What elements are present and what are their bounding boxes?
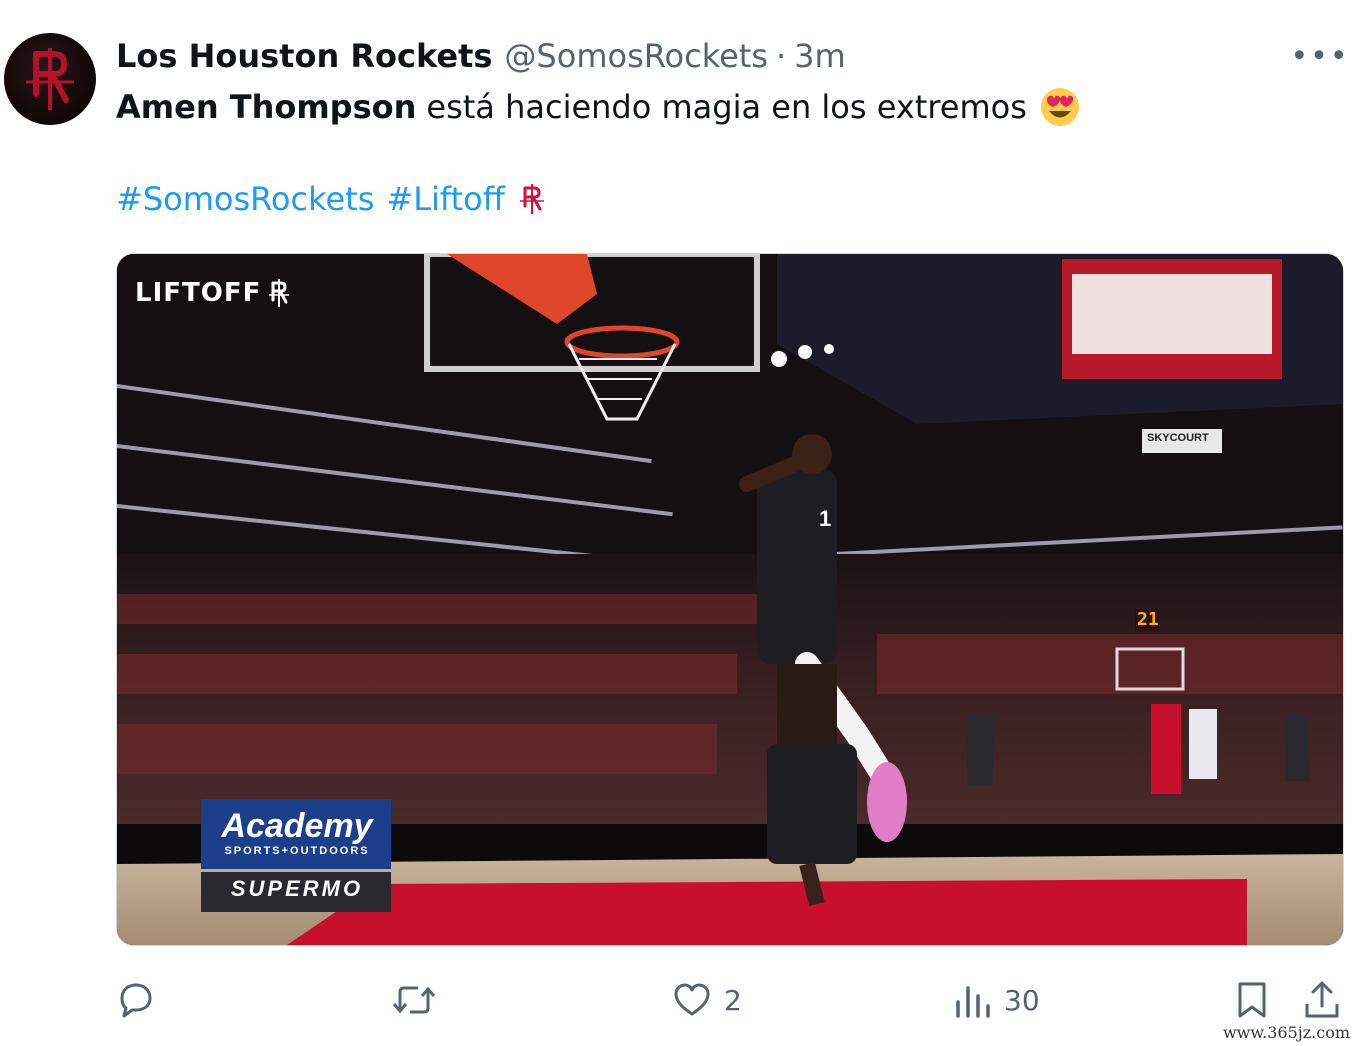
author-name[interactable]: Los Houston Rockets: [116, 37, 492, 75]
author-handle[interactable]: @SomosRockets: [504, 37, 768, 75]
arena-sign: SKYCOURT: [1147, 432, 1209, 444]
rockets-logo-icon: [26, 48, 74, 110]
sponsor-academy: Academy SPORTS+OUTDOORS: [207, 807, 387, 857]
views-count: 30: [1004, 983, 1040, 1017]
rockets-hashflag-icon: [519, 184, 544, 214]
heart-icon: [674, 983, 710, 1016]
shot-clock: 21: [1137, 609, 1159, 630]
retweet-button[interactable]: [392, 970, 448, 1030]
sponsor-banner: SUPERMO: [207, 876, 387, 902]
sponsor-main-text: Academy: [221, 807, 373, 845]
tweet-text: Amen Thompson está haciendo magia en los…: [116, 84, 1081, 130]
liftoff-label: LIFTOFF: [135, 278, 262, 308]
watermark: www.365jz.com: [1218, 1023, 1354, 1042]
bookmark-button[interactable]: [1232, 970, 1272, 1030]
share-button[interactable]: [1302, 970, 1342, 1030]
sponsor-sub-text: SPORTS+OUTDOORS: [224, 845, 370, 857]
more-options-button[interactable]: •••: [1290, 38, 1347, 74]
reply-button[interactable]: [116, 970, 168, 1030]
views-button[interactable]: 30: [952, 970, 1040, 1030]
separator: ·: [776, 37, 787, 75]
reply-icon: [120, 983, 152, 1018]
mention-player: Amen Thompson: [116, 88, 417, 126]
rockets-logo-overlay-icon: [269, 279, 290, 307]
views-icon: [956, 986, 990, 1018]
sponsor-banner-text: SUPERMO: [230, 876, 364, 901]
avatar[interactable]: [4, 33, 96, 125]
like-count: 2: [724, 983, 742, 1017]
retweet-icon: [392, 986, 436, 1014]
bookmark-icon: [1238, 982, 1266, 1018]
liftoff-overlay: LIFTOFF: [135, 278, 291, 308]
tweet-header: Los Houston Rockets @SomosRockets · 3m: [116, 34, 846, 78]
jersey-number: 1: [819, 506, 832, 531]
hashtag-somosrockets[interactable]: #SomosRockets: [116, 180, 374, 218]
hashtag-liftoff[interactable]: #Liftoff: [386, 180, 504, 218]
heart-eyes-emoji-icon: [1040, 88, 1079, 126]
like-button[interactable]: 2: [672, 970, 742, 1030]
share-icon: [1305, 981, 1339, 1018]
tweet-actions: 2 30: [0, 970, 1360, 1030]
tweet-video[interactable]: LIFTOFF Academy SPORTS+OUTDOORS SUPERMO …: [116, 253, 1344, 946]
timestamp[interactable]: 3m: [794, 37, 846, 75]
tweet-text-body: está haciendo magia en los extremos: [426, 88, 1027, 126]
hashtags: #SomosRockets #Liftoff: [116, 176, 547, 222]
